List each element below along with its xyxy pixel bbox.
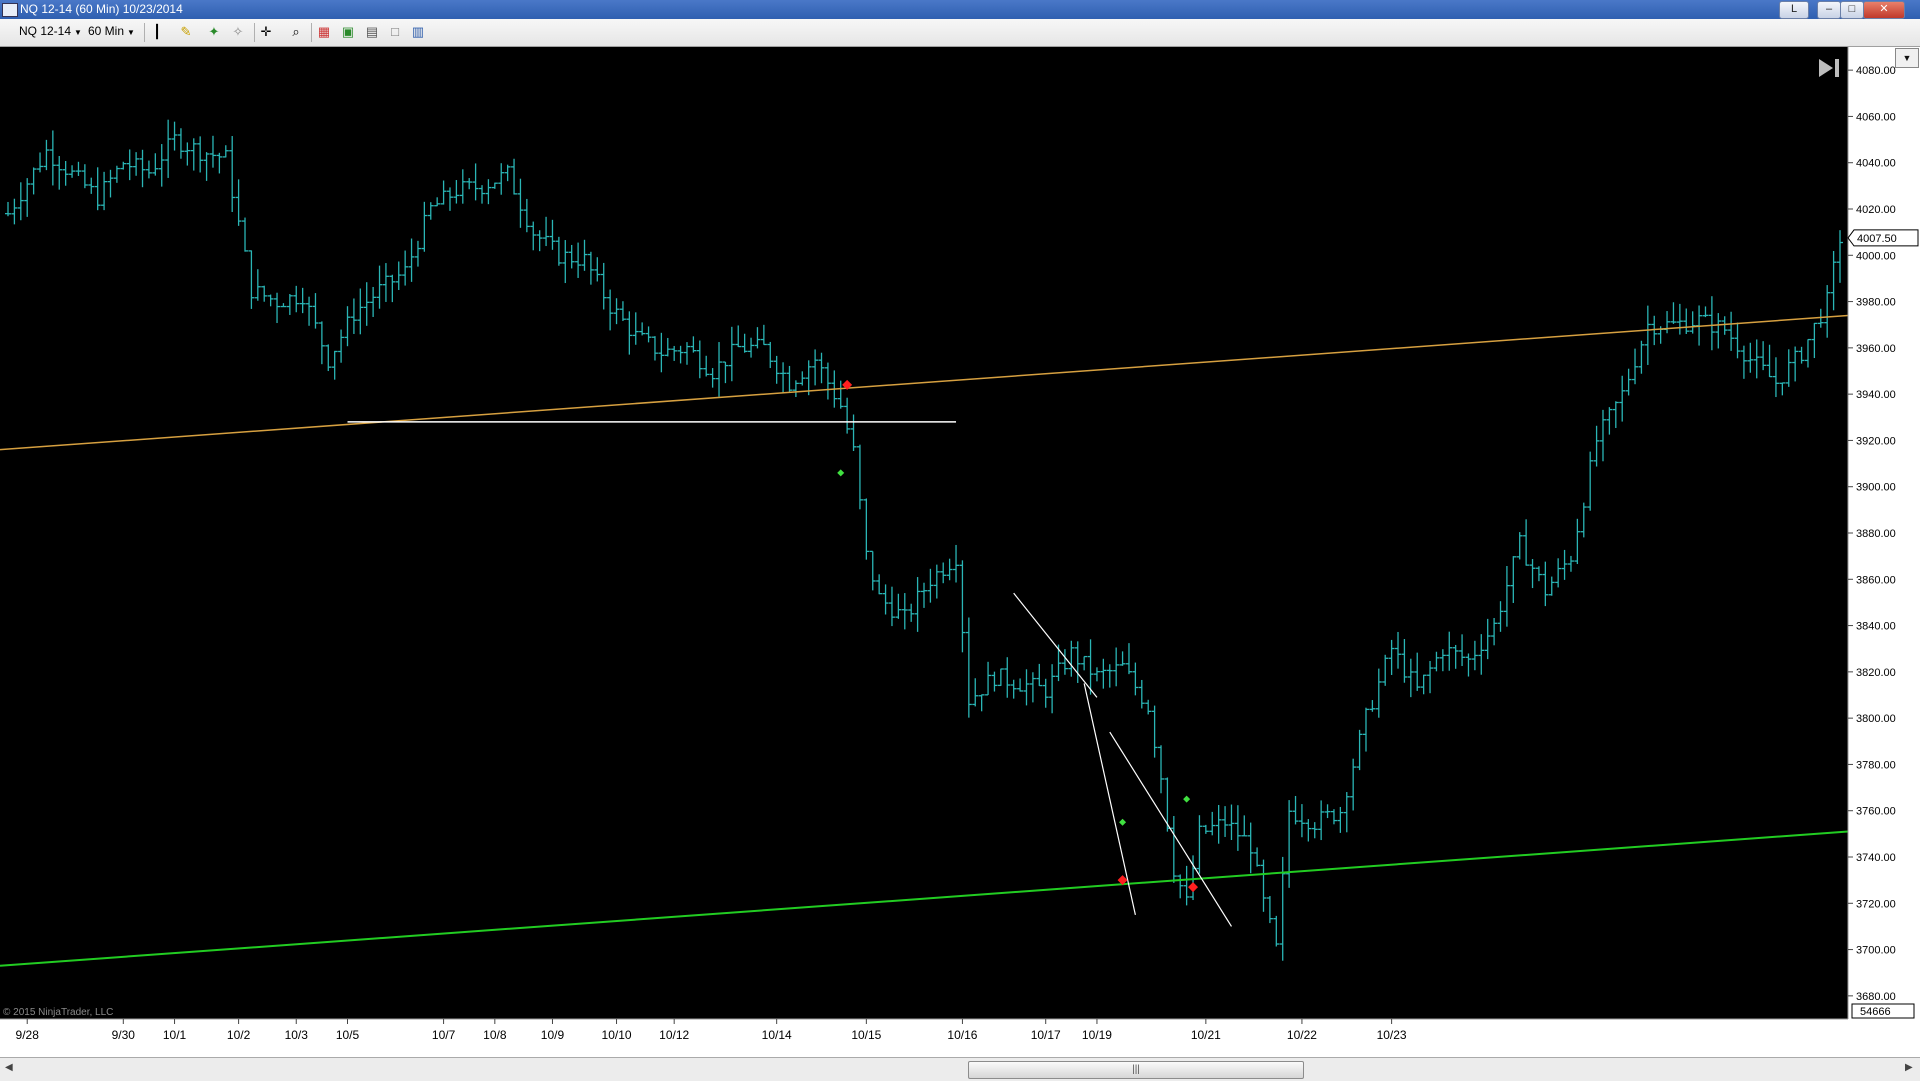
x-tick-label: 10/8 <box>483 1028 507 1042</box>
instrument-label: NQ 12-14 <box>19 24 72 38</box>
x-tick-label: 10/22 <box>1287 1028 1317 1042</box>
y-tick-label: 3760.00 <box>1856 806 1896 818</box>
restore-icon: □ <box>1848 3 1856 15</box>
x-tick-label: 9/28 <box>16 1028 40 1042</box>
time-axis <box>0 1019 1848 1057</box>
toolbar-separator <box>311 23 312 42</box>
close-button[interactable]: ✕ <box>1863 1 1905 19</box>
volume-label: 54666 <box>1860 1006 1891 1018</box>
y-tick-label: 3960.00 <box>1856 343 1896 355</box>
scroll-left-icon[interactable]: ◀ <box>5 1062 13 1073</box>
window-linking-icon[interactable]: ▥ <box>410 24 426 40</box>
x-tick-label: 10/19 <box>1082 1028 1112 1042</box>
properties-icon[interactable]: ▤ <box>364 24 380 40</box>
copyright-text: © 2015 NinjaTrader, LLC <box>3 1007 113 1018</box>
grip-icon: ||| <box>1132 1064 1140 1075</box>
app-icon <box>2 3 18 17</box>
crosshair-icon[interactable]: ✛ <box>258 24 274 40</box>
y-tick-label: 3880.00 <box>1856 528 1896 540</box>
toolbar-separator <box>254 23 255 42</box>
x-tick-label: 10/7 <box>432 1028 456 1042</box>
lower-trend-line <box>0 830 1849 967</box>
x-tick-label: 10/1 <box>163 1028 187 1042</box>
horizontal-scrollbar[interactable]: ◀ ||| ▶ <box>0 1057 1920 1081</box>
x-tick-label: 10/12 <box>659 1028 689 1042</box>
axis-collapse-button[interactable]: ▼ <box>1895 48 1919 68</box>
minimize-button[interactable]: – <box>1817 1 1841 19</box>
minimize-icon: – <box>1825 3 1833 15</box>
scroll-right-icon[interactable]: ▶ <box>1905 1062 1913 1073</box>
y-tick-label: 3740.00 <box>1856 852 1896 864</box>
x-tick-label: 10/15 <box>851 1028 881 1042</box>
scrollbar-thumb[interactable]: ||| <box>968 1061 1304 1079</box>
y-tick-label: 3900.00 <box>1856 482 1896 494</box>
down-trend-line <box>1083 683 1136 915</box>
down-trend-line <box>1109 731 1232 927</box>
jump-to-end-button[interactable] <box>1817 57 1841 79</box>
buy-marker <box>1183 795 1191 803</box>
x-tick-label: 10/14 <box>762 1028 792 1042</box>
chart-canvas[interactable]: 4080.00 4060.00 4040.00 4020.00 4000.00 3980.… <box>0 47 1920 1057</box>
y-tick-label: 3720.00 <box>1856 898 1896 910</box>
drawing-tool-icon[interactable]: ✎ <box>178 24 194 40</box>
bar-type-icon[interactable]: ┃ <box>149 24 165 40</box>
chart-trader-icon[interactable]: ▦ <box>316 24 332 40</box>
chevron-down-icon: ▼ <box>127 28 135 37</box>
x-tick-label: 10/2 <box>227 1028 251 1042</box>
y-tick-label: 3680.00 <box>1856 991 1896 1003</box>
price-chart[interactable]: 4080.00 4060.00 4040.00 4020.00 4000.00 3980.… <box>0 47 1920 1057</box>
title-bar: NQ 12-14 (60 Min) 10/23/2014 L – □ ✕ <box>0 0 1920 19</box>
x-tick-label: 9/30 <box>112 1028 136 1042</box>
y-tick-label: 3840.00 <box>1856 621 1896 633</box>
toolbar-separator <box>144 23 145 42</box>
interval-selector[interactable]: 60 Min ▼ <box>88 24 135 38</box>
instrument-selector[interactable]: NQ 12-14 ▼ <box>19 24 82 38</box>
y-tick-label: 3800.00 <box>1856 713 1896 725</box>
buy-marker <box>837 469 845 477</box>
x-tick-label: 10/23 <box>1377 1028 1407 1042</box>
x-tick-label: 10/5 <box>336 1028 360 1042</box>
y-tick-label: 4000.00 <box>1856 250 1896 262</box>
y-tick-label: 4020.00 <box>1856 204 1896 216</box>
link-button[interactable]: L <box>1779 1 1809 19</box>
y-tick-label: 4040.00 <box>1856 158 1896 170</box>
y-tick-label: 3700.00 <box>1856 945 1896 957</box>
y-tick-label: 3860.00 <box>1856 574 1896 586</box>
strategy-icon[interactable]: ✧ <box>230 24 246 40</box>
x-tick-label: 10/10 <box>602 1028 632 1042</box>
interval-label: 60 Min <box>88 24 125 38</box>
skip-forward-icon <box>1819 59 1839 77</box>
x-tick-label: 10/9 <box>541 1028 565 1042</box>
sell-marker <box>1188 882 1199 893</box>
maximize-button[interactable]: □ <box>1840 1 1864 19</box>
buy-marker <box>1119 818 1127 826</box>
indicator-icon[interactable]: ✦ <box>206 24 222 40</box>
chevron-down-icon: ▼ <box>74 28 82 37</box>
data-box-icon[interactable]: ▣ <box>340 24 356 40</box>
chevron-down-icon: ▼ <box>1902 53 1912 63</box>
snapshot-icon[interactable]: □ <box>387 24 403 40</box>
zoom-icon[interactable]: ⌕ <box>288 24 304 40</box>
y-tick-label: 4080.00 <box>1856 65 1896 77</box>
y-tick-label: 3920.00 <box>1856 435 1896 447</box>
x-tick-label: 10/16 <box>947 1028 977 1042</box>
x-tick-label: 10/21 <box>1191 1028 1221 1042</box>
chart-toolbar: NQ 12-14 ▼ 60 Min ▼ ┃ ✎ ✦ ✧ ✛ ⌕ ▦ ▣ ▤ □ ▥ <box>0 19 1920 47</box>
y-tick-label: 3820.00 <box>1856 667 1896 679</box>
y-tick-label: 3940.00 <box>1856 389 1896 401</box>
close-icon: ✕ <box>1879 3 1889 15</box>
window-title: NQ 12-14 (60 Min) 10/23/2014 <box>20 2 183 16</box>
upper-trend-line <box>0 314 1849 451</box>
x-tick-label: 10/3 <box>285 1028 309 1042</box>
last-price-label: 4007.50 <box>1857 233 1897 245</box>
x-tick-label: 10/17 <box>1031 1028 1061 1042</box>
y-tick-label: 4060.00 <box>1856 111 1896 123</box>
y-tick-label: 3780.00 <box>1856 759 1896 771</box>
y-tick-label: 3980.00 <box>1856 297 1896 309</box>
